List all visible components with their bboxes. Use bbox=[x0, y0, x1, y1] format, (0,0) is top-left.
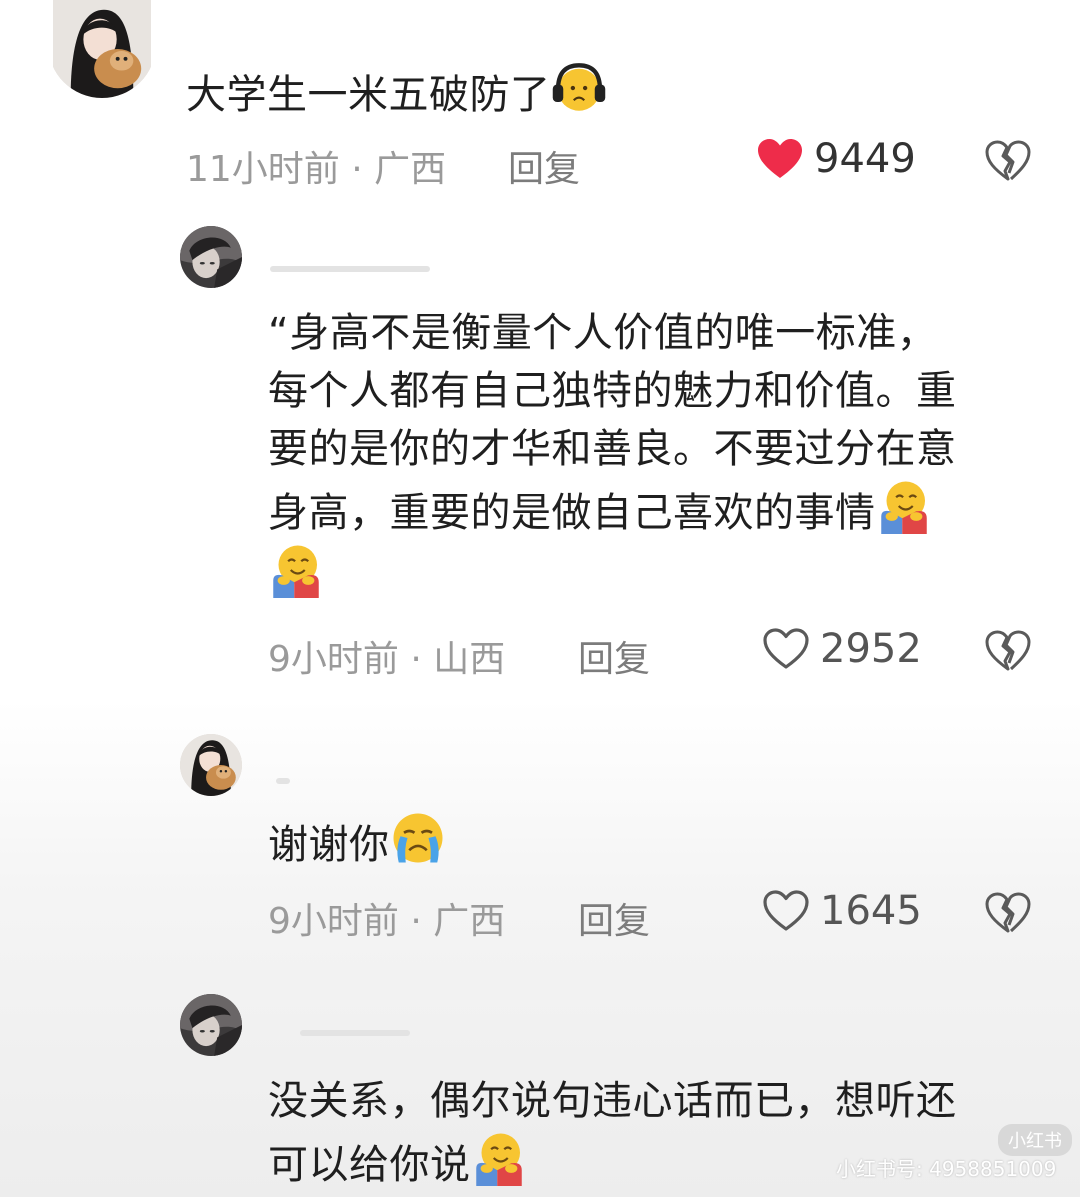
comment-text: “身高不是衡量个人价值的唯一标准， 每个人都有自己独特的魅力和价值。重 要的是你… bbox=[268, 304, 957, 606]
separator: · bbox=[351, 149, 363, 190]
like-button[interactable]: 1645 bbox=[762, 888, 922, 934]
comment-meta: 9小时前 · 广西 bbox=[268, 892, 505, 944]
hugging-face-emoji bbox=[471, 1130, 527, 1186]
comment-meta: 9小时前 · 山西 bbox=[268, 630, 505, 682]
watermark-text: 小红书号: 4958851009 bbox=[836, 1157, 1057, 1181]
like-count: 9449 bbox=[814, 136, 916, 182]
headphone-frown-emoji bbox=[551, 60, 607, 116]
broken-heart-icon[interactable] bbox=[984, 628, 1032, 674]
avatar[interactable] bbox=[180, 994, 242, 1056]
timestamp: 9小时前 bbox=[268, 639, 399, 680]
heart-outline-icon bbox=[762, 627, 810, 671]
reply-button[interactable]: 回复 bbox=[508, 140, 580, 192]
comment-text: 大学生一米五破防了 bbox=[186, 60, 607, 124]
comment-line: “身高不是衡量个人价值的唯一标准， bbox=[268, 310, 938, 356]
like-button[interactable]: 9449 bbox=[756, 136, 916, 182]
avatar[interactable] bbox=[180, 734, 242, 796]
comment-line: 要的是你的才华和善良。不要过分在意 bbox=[268, 426, 957, 472]
dark-anime-avatar-image bbox=[180, 994, 242, 1056]
dark-anime-avatar-image bbox=[180, 226, 242, 288]
location: 山西 bbox=[433, 639, 506, 680]
username-blurred bbox=[300, 1030, 410, 1036]
comment-text: 谢谢你 bbox=[268, 810, 446, 874]
heart-outline-icon bbox=[762, 889, 810, 933]
avatar[interactable] bbox=[48, 0, 156, 98]
location: 广西 bbox=[433, 901, 506, 942]
timestamp: 11小时前 bbox=[186, 149, 340, 190]
username-blurred bbox=[270, 266, 430, 272]
separator: · bbox=[410, 901, 422, 942]
broken-heart-icon[interactable] bbox=[984, 138, 1032, 184]
comment-meta: 11小时前 · 广西 bbox=[186, 140, 446, 192]
location: 广西 bbox=[374, 149, 447, 190]
comment-line: 每个人都有自己独特的魅力和价值。重 bbox=[268, 368, 957, 414]
comment-text-content: 谢谢你 bbox=[268, 822, 390, 868]
hugging-face-emoji bbox=[268, 542, 324, 598]
username-blurred bbox=[276, 778, 290, 784]
avatar[interactable] bbox=[180, 226, 242, 288]
girl-with-dog-avatar-image bbox=[48, 0, 156, 98]
reply-button[interactable]: 回复 bbox=[578, 892, 650, 944]
comment-line bbox=[268, 542, 957, 606]
reply-button[interactable]: 回复 bbox=[578, 630, 650, 682]
comment-text-content: 大学生一米五破防了 bbox=[186, 72, 551, 118]
separator: · bbox=[410, 639, 422, 680]
crying-face-emoji bbox=[390, 810, 446, 866]
heart-filled-icon bbox=[756, 137, 804, 181]
comment-line: 没关系，偶尔说句违心话而已，想听还 bbox=[268, 1078, 957, 1124]
hugging-face-emoji bbox=[876, 478, 932, 534]
like-button[interactable]: 2952 bbox=[762, 626, 922, 672]
comment-line-text: 可以给你说 bbox=[268, 1142, 471, 1188]
like-count: 2952 bbox=[820, 626, 922, 672]
watermark-logo: 小红书 bbox=[998, 1124, 1072, 1156]
comment-line-text: 身高，重要的是做自己喜欢的事情 bbox=[268, 490, 876, 536]
timestamp: 9小时前 bbox=[268, 901, 399, 942]
comment-line: 身高，重要的是做自己喜欢的事情 bbox=[268, 478, 957, 542]
like-count: 1645 bbox=[820, 888, 922, 934]
girl-with-dog-avatar-image bbox=[180, 734, 242, 796]
broken-heart-icon[interactable] bbox=[984, 890, 1032, 936]
